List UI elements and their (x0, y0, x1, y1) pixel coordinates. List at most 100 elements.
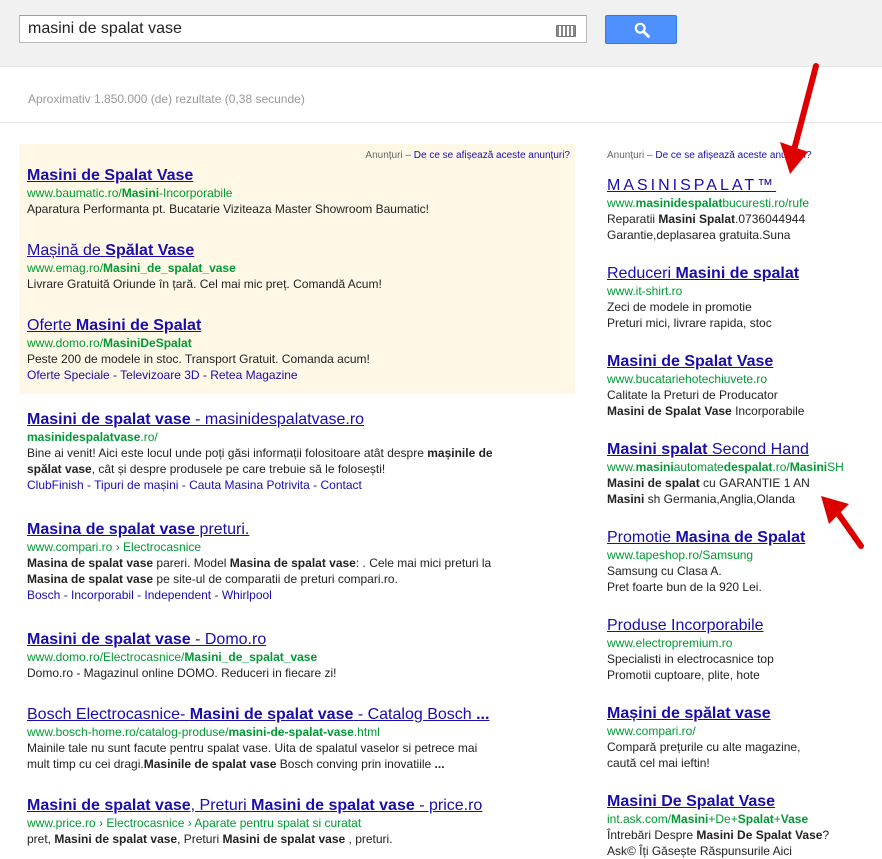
keyboard-icon[interactable] (556, 25, 576, 37)
sitelink[interactable]: Cauta Masina Potrivita (189, 478, 310, 492)
result-snippet-line: Specialisti in electrocasnice top (607, 651, 877, 667)
result-url: www.domo.ro/Electrocasnice/Masini_de_spa… (27, 649, 557, 665)
text-fragment: www.tapeshop.ro/Samsung (607, 548, 754, 562)
text-fragment: Zeci de modele in promotie (607, 300, 752, 314)
text-fragment: Masini de spalat vase (251, 797, 415, 814)
sitelink[interactable]: Oferte Speciale (27, 368, 110, 382)
ad-title[interactable]: Mașină de Spălat Vase (27, 241, 557, 260)
right-ad-title[interactable]: Masini de Spalat Vase (607, 352, 877, 371)
result-url: www.masinidespalatbucuresti.ro/rufe (607, 195, 877, 211)
sitelink[interactable]: Televizoare 3D (120, 368, 199, 382)
text-fragment: ... (434, 757, 445, 771)
sitelink[interactable]: Contact (321, 478, 362, 492)
right-ad-title[interactable]: Mașini de spălat vase (607, 704, 877, 723)
ads-label-dash: – (644, 150, 656, 161)
result-url: www.bosch-home.ro/catalog-produse/masini… (27, 724, 557, 740)
text-fragment: : . Cele mai mici preturi la (355, 556, 492, 570)
result-snippet-line: Compară prețurile cu alte magazine, (607, 739, 877, 755)
right-ad-title[interactable]: Reduceri Masini de spalat (607, 264, 877, 283)
text-fragment: www.bosch-home.ro/catalog-produse/ (27, 725, 229, 739)
red-arrow-bottom-icon (821, 496, 864, 549)
text-fragment: SH (827, 460, 844, 474)
text-fragment: Masini de spalat vase (27, 631, 191, 648)
text-fragment: Reduceri (607, 265, 676, 282)
ad-title[interactable]: Masini de Spalat Vase (27, 166, 557, 185)
text-fragment: Mașini de spălat vase (607, 705, 771, 722)
ad-title[interactable]: Oferte Masini de Spalat (27, 316, 557, 335)
right-ad-title[interactable]: Masini De Spalat Vase (607, 792, 877, 811)
text-fragment: Vase (780, 812, 809, 826)
right-ad-title[interactable]: MASINISPALAT™ (607, 176, 877, 195)
text-fragment: Masini de spalat vase (27, 411, 191, 428)
result-snippet-line: Masini de Spalat Vase Incorporabile (607, 403, 877, 419)
text-fragment: Masini De Spalat Vase (696, 828, 823, 842)
text-fragment: Incorporabile (731, 404, 805, 418)
sitelink[interactable]: Bosch (27, 588, 60, 602)
result-url: masinidespalatvase.ro/ (27, 429, 557, 445)
sitelink-separator: - (199, 368, 211, 382)
sitelink[interactable]: Incorporabil (71, 588, 134, 602)
result-title[interactable]: Masini de spalat vase - Domo.ro (27, 630, 557, 649)
search-box[interactable] (19, 15, 587, 43)
right-ad: Reduceri Masini de spalat www.it-shirt.ro… (607, 264, 877, 331)
result-snippet: Livrare Gratuită Oriunde în țară. Cel ma… (27, 277, 382, 291)
text-fragment: - Domo.ro (190, 631, 267, 648)
text-fragment: www.it-shirt.ro (607, 284, 683, 298)
sitelink[interactable]: Retea Magazine (210, 368, 297, 382)
result: Masini de spalat vase - masinidespalatva… (27, 410, 557, 493)
text-fragment: Bosch conving prin inovatiile (276, 757, 435, 771)
text-fragment: Masini de spalat (607, 476, 700, 490)
text-fragment: Reparatii (607, 212, 659, 226)
text-fragment: MASINISPALAT™ (607, 177, 777, 194)
text-fragment: Domo.ro - Magazinul online DOMO. Reducer… (27, 666, 337, 680)
result-title[interactable]: Bosch Electrocasnice- Masini de spalat v… (27, 705, 557, 724)
sitelink-separator: - (83, 478, 95, 492)
text-fragment: automate (673, 460, 724, 474)
sitelink[interactable]: ClubFinish (27, 478, 84, 492)
right-ad: Produse Incorporabile www.electropremium.… (607, 616, 877, 683)
result-title[interactable]: Masina de spalat vase preturi. (27, 520, 557, 539)
result: Masina de spalat vase preturi. www.compar… (27, 520, 557, 603)
result-sitelinks: Oferte Speciale - Televizoare 3D - Retea… (27, 367, 557, 383)
result-snippet-line: pret, Masini de spalat vase, Preturi Mas… (27, 831, 557, 847)
text-fragment: caută cel mai ieftin! (607, 756, 710, 770)
text-fragment: Masini de Spalat Vase (607, 353, 774, 370)
result-snippet-line: Reparatii Masini Spalat.0736044944 (607, 211, 877, 227)
text-fragment: int.ask.com/ (607, 812, 672, 826)
text-fragment: -Incorporabile (159, 186, 233, 200)
result-url: www.it-shirt.ro (607, 283, 877, 299)
text-fragment: Masini De Spalat Vase (607, 793, 776, 810)
sitelink-separator: - (60, 588, 72, 602)
right-ad-title[interactable]: Produse Incorporabile (607, 616, 877, 635)
result-snippet: Aparatura Performanta pt. Bucatarie Vizi… (27, 202, 429, 216)
search-button[interactable] (605, 15, 677, 44)
why-ads-link[interactable]: De ce se afișează aceste anunțuri? (414, 150, 570, 161)
sitelink-separator: - (109, 368, 121, 382)
right-ad: Masini De Spalat Vase int.ask.com/Masini+… (607, 792, 877, 859)
result-title[interactable]: Masini de spalat vase, Preturi Masini de… (27, 796, 557, 815)
right-ad: Mașini de spălat vase www.compari.ro/Comp… (607, 704, 877, 771)
text-fragment: Pret foarte bun de la 920 Lei. (607, 580, 762, 594)
text-fragment: Oferte (27, 317, 76, 334)
text-fragment: spălat vase (27, 462, 92, 476)
result-snippet: Peste 200 de modele in stoc. Transport G… (27, 352, 370, 366)
search-input[interactable] (28, 19, 548, 39)
text-fragment: Masini Spalat (658, 212, 736, 226)
sitelink[interactable]: Tipuri de mașini (94, 478, 178, 492)
result-url: www.price.ro › Electrocasnice › Aparate … (27, 815, 557, 831)
text-fragment: pret, (27, 832, 55, 846)
text-fragment: Masini de spalat vase (222, 832, 346, 846)
text-fragment: Samsung cu Clasa A. (607, 564, 722, 578)
sitelink[interactable]: Whirlpool (222, 588, 272, 602)
result-snippet-line: caută cel mai ieftin! (607, 755, 877, 771)
result-title[interactable]: Masini de spalat vase - masinidespalatva… (27, 410, 557, 429)
text-fragment: - price.ro (414, 797, 483, 814)
result-snippet-line: Masina de spalat vase pe site-ul de comp… (27, 571, 557, 587)
text-fragment: Spălat Vase (105, 242, 195, 259)
text-fragment: www.price.ro › Electrocasnice › Aparate … (27, 816, 362, 830)
right-ad-title[interactable]: Masini spalat Second Hand (607, 440, 877, 459)
result-url: www.compari.ro › Electrocasnice (27, 539, 557, 555)
sitelink[interactable]: Independent (144, 588, 211, 602)
text-fragment: masini-de-spalat-vase (228, 725, 354, 739)
text-fragment: Masini_de_spalat_vase (184, 650, 318, 664)
